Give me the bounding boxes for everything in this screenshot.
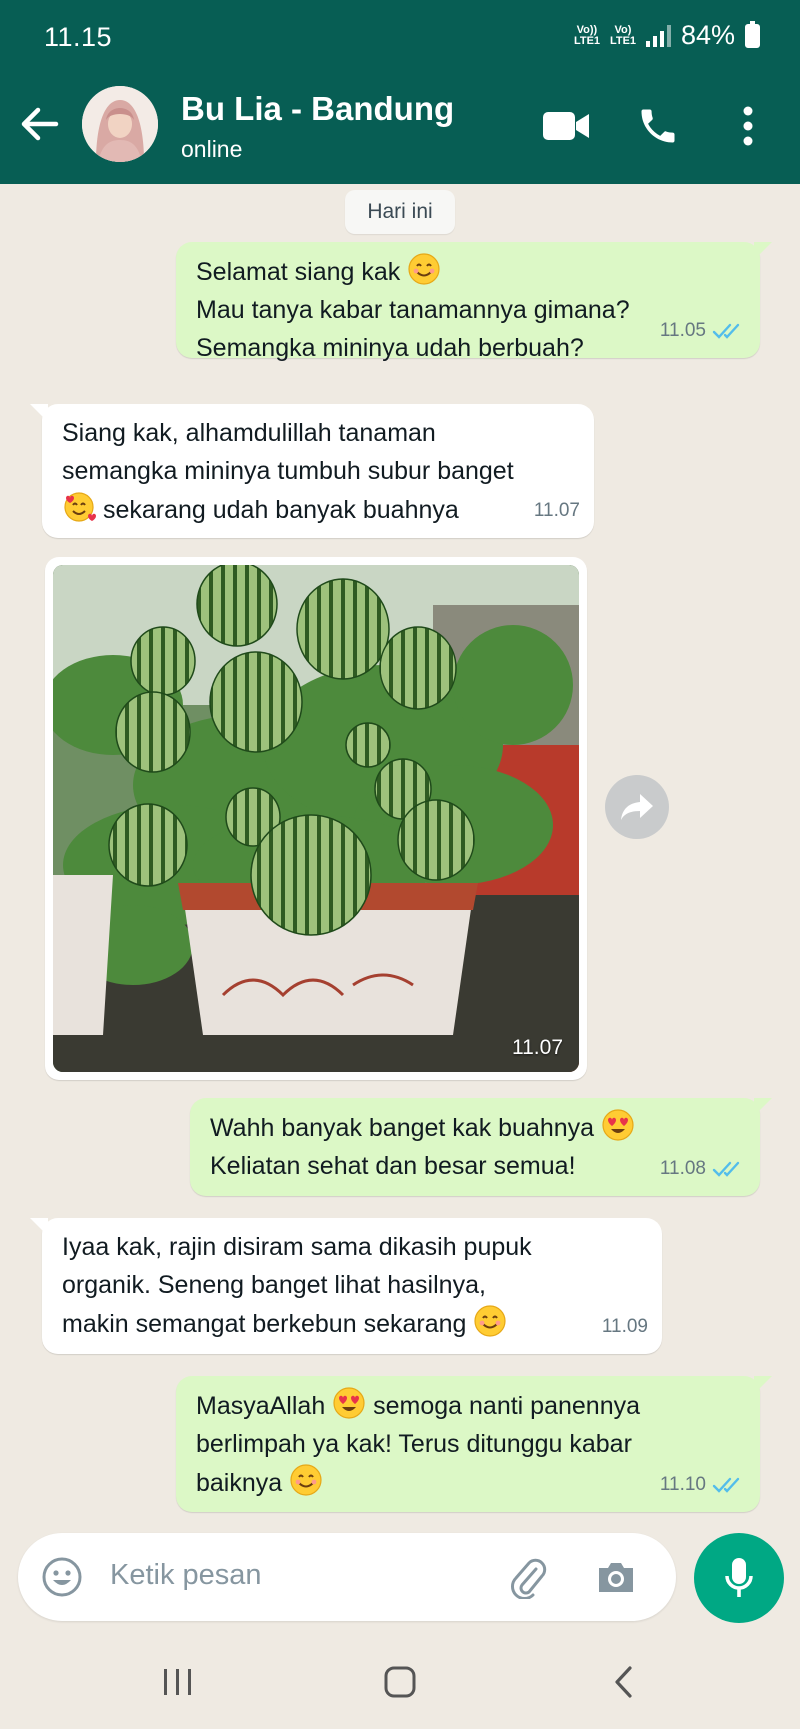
voice-message-button[interactable] (694, 1533, 784, 1623)
message-time: 11.07 (533, 500, 580, 521)
back-arrow-icon[interactable] (16, 100, 64, 148)
message-composer[interactable]: Ketik pesan (18, 1533, 676, 1621)
message-time: 11.05 (659, 320, 706, 341)
image-time: 11.07 (512, 1036, 563, 1059)
contact-name[interactable]: Bu Lia - Bandung (181, 90, 454, 128)
incoming-message[interactable]: Iyaa kak, rajin disiram sama dikasih pup… (30, 1218, 662, 1354)
message-line: Mau tanya kabar tanamannya gimana? (196, 296, 630, 324)
outgoing-message[interactable]: Selamat siang kak Mau tanya kabar tanama… (176, 242, 772, 362)
message-line: baiknya (196, 1469, 283, 1497)
network-2-indicator: Vo) LTE1 (609, 23, 637, 47)
date-divider: Hari ini (345, 190, 455, 234)
status-time: 11.15 (44, 22, 113, 52)
message-line: makin semangat berkebun sekarang (62, 1310, 467, 1338)
avatar[interactable] (82, 86, 158, 162)
watermelon-plant-photo[interactable]: 11.07 (53, 565, 579, 1072)
incoming-message[interactable]: Siang kak, alhamdulillah tanaman semangk… (30, 404, 594, 538)
read-ticks-icon (712, 323, 740, 339)
heart-eyes-emoji (332, 1386, 366, 1420)
message-meta: 11.09 (602, 1308, 648, 1346)
message-line: Wahh banyak banget kak buahnya (210, 1114, 595, 1142)
message-line: Siang kak, alhamdulillah tanaman (62, 419, 436, 447)
more-options-icon[interactable] (722, 100, 774, 152)
message-line: Iyaa kak, rajin disiram sama dikasih pup… (62, 1233, 532, 1261)
voice-call-icon[interactable] (632, 100, 684, 152)
network-1-indicator: Vo)) LTE1 (573, 23, 601, 47)
contact-status: online (181, 136, 243, 162)
message-line: berlimpah ya kak! Terus ditunggu kabar (196, 1430, 632, 1458)
camera-icon[interactable] (592, 1553, 640, 1601)
outgoing-message[interactable]: Wahh banyak banget kak buahnya Keliatan … (190, 1098, 772, 1196)
video-call-icon[interactable] (540, 100, 592, 152)
outgoing-message[interactable]: MasyaAllah semoga nanti panennya berlimp… (176, 1376, 772, 1512)
message-line: organik. Seneng banget lihat hasilnya, (62, 1271, 486, 1299)
message-meta: 11.07 (534, 492, 580, 530)
system-navigation-bar (0, 1635, 800, 1729)
message-input[interactable]: Ketik pesan (110, 1559, 262, 1592)
nav-back-icon[interactable] (594, 1657, 654, 1707)
message-line: MasyaAllah (196, 1392, 326, 1420)
message-time: 11.10 (659, 1474, 706, 1495)
message-meta: 11.10 (660, 1466, 746, 1504)
message-time: 11.08 (659, 1158, 706, 1179)
forward-icon[interactable] (605, 775, 669, 839)
home-icon[interactable] (370, 1657, 430, 1707)
smiling-face-emoji (473, 1304, 507, 1338)
chat-area[interactable]: Hari ini Selamat siang kak Mau tanya kab… (0, 184, 800, 1520)
read-ticks-icon (712, 1161, 740, 1177)
message-time: 11.09 (601, 1316, 648, 1337)
incoming-image-message[interactable]: 11.07 (45, 557, 587, 1080)
signal-icon (645, 24, 671, 47)
emoji-icon[interactable] (38, 1553, 86, 1601)
message-line: semangka mininya tumbuh subur banget (62, 457, 514, 485)
smiling-face-with-hearts-emoji (62, 490, 96, 524)
smiling-face-emoji (407, 252, 441, 286)
battery-percent: 84% (680, 20, 735, 50)
message-line: semoga nanti panennya (373, 1392, 641, 1420)
microphone-icon (725, 1558, 753, 1597)
message-line: Semangka mininya udah berbuah? (196, 334, 584, 362)
message-meta: 11.08 (660, 1150, 746, 1188)
chat-header: 11.15 Vo)) LTE1 Vo) LTE1 84% Bu Lia - Ba… (0, 0, 800, 184)
status-icons: Vo)) LTE1 Vo) LTE1 84% (574, 20, 760, 51)
message-line: sekarang udah banyak buahnya (102, 496, 459, 524)
message-meta: 11.05 (660, 312, 746, 350)
read-ticks-icon (712, 1477, 740, 1493)
attach-icon[interactable] (504, 1553, 552, 1601)
smiling-face-emoji (289, 1463, 323, 1497)
recent-apps-icon[interactable] (148, 1657, 208, 1707)
battery-icon (745, 20, 760, 48)
message-line: Selamat siang kak (196, 258, 401, 286)
heart-eyes-emoji (601, 1108, 635, 1142)
